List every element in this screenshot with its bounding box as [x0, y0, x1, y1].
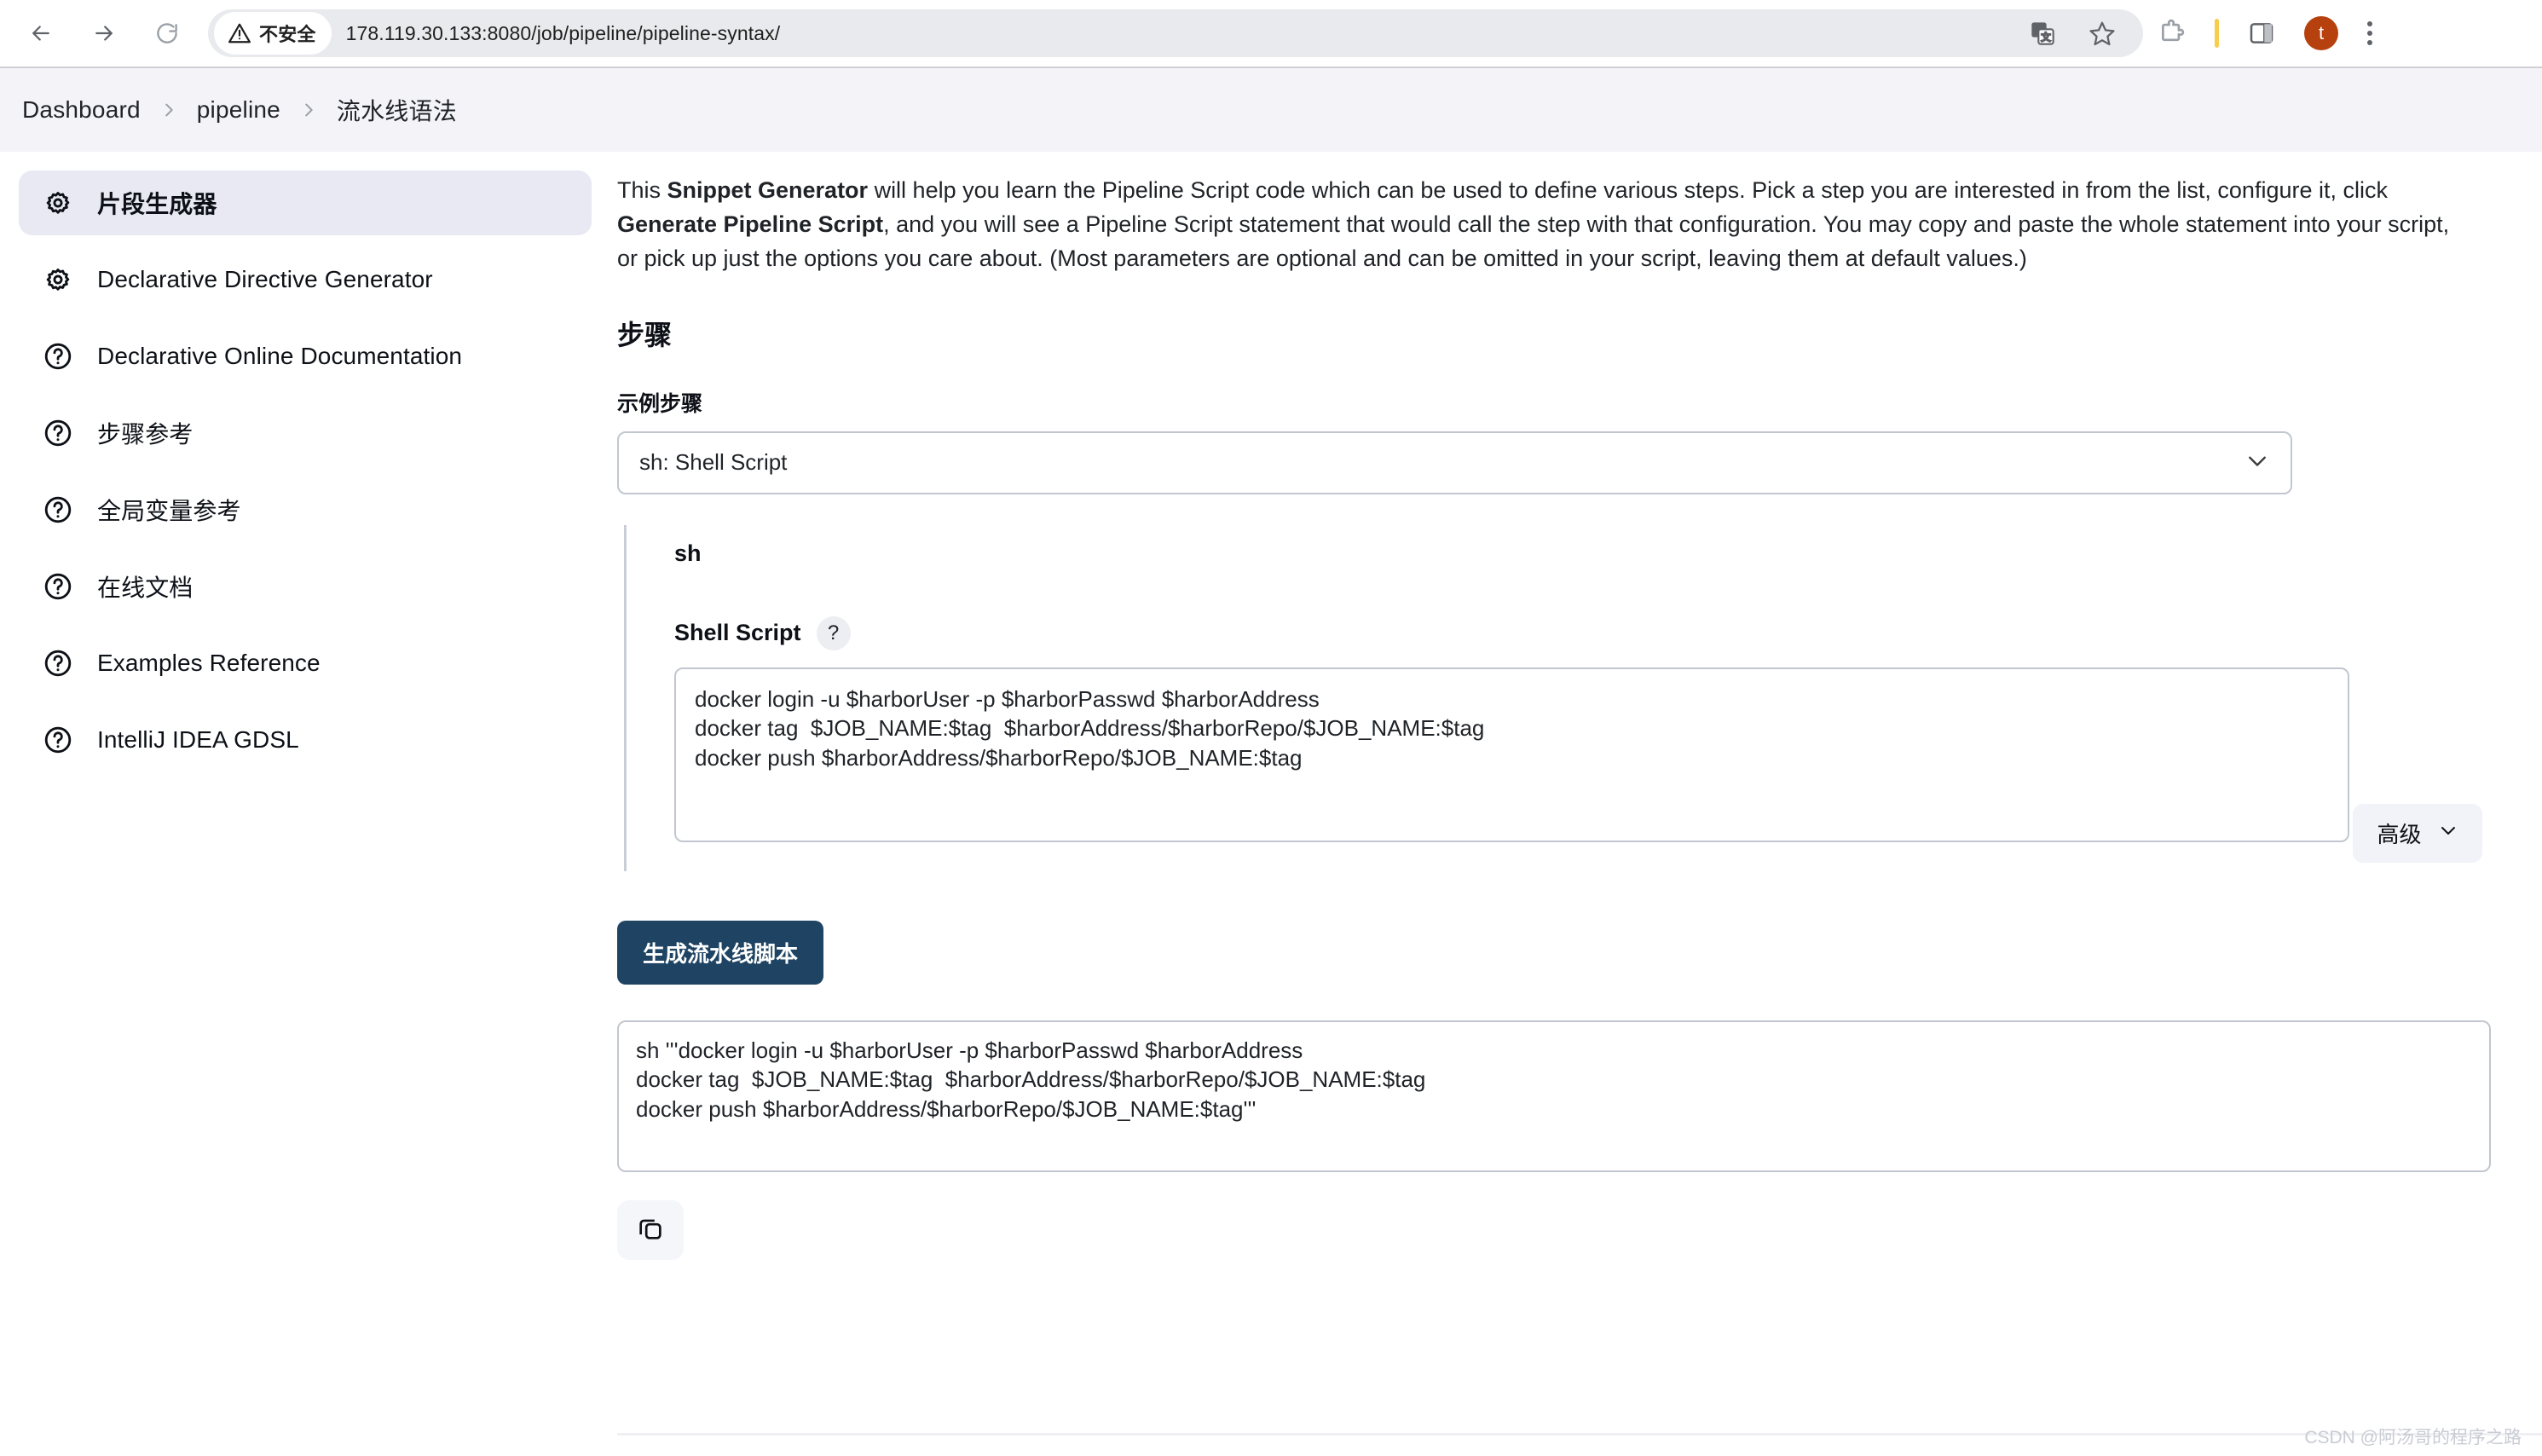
breadcrumb-item-dashboard[interactable]: Dashboard: [22, 96, 141, 124]
sidebar-item-label: 在线文档: [97, 575, 194, 601]
intro-bold-generate-pipeline-script: Generate Pipeline Script: [617, 211, 884, 237]
help-circle-icon: [41, 339, 75, 373]
chevron-right-icon: [299, 101, 318, 119]
sidebar-item-examples-reference[interactable]: Examples Reference: [19, 631, 592, 696]
browser-toolbar: 不安全 178.119.30.133:8080/job/pipeline/pip…: [0, 0, 2542, 66]
help-circle-icon: [41, 416, 75, 450]
translate-icon[interactable]: G文: [2029, 20, 2056, 47]
sidebar-item-intellij-idea-gdsl[interactable]: IntelliJ IDEA GDSL: [19, 708, 592, 772]
question-mark-icon[interactable]: ?: [816, 615, 851, 650]
sidebar-item-label: 步骤参考: [97, 421, 194, 448]
sidebar-item-label: IntelliJ IDEA GDSL: [97, 726, 299, 753]
gear-icon: [41, 263, 75, 297]
kebab-menu-icon[interactable]: [2367, 21, 2372, 45]
intro-bold-snippet-generator: Snippet Generator: [667, 177, 869, 203]
step-select[interactable]: sh: Shell Script: [617, 430, 2292, 494]
sidebar-item-online-documentation[interactable]: 在线文档: [19, 554, 592, 619]
side-panel-icon[interactable]: [2248, 20, 2275, 47]
gear-icon: [41, 186, 75, 220]
url-text: 178.119.30.133:8080/job/pipeline/pipelin…: [345, 21, 781, 44]
sidebar-item-declarative-online-documentation[interactable]: Declarative Online Documentation: [19, 324, 592, 389]
site-security-chip[interactable]: 不安全: [214, 12, 332, 55]
copy-icon: [636, 1214, 665, 1245]
reload-button[interactable]: [148, 14, 186, 52]
reload-icon: [154, 20, 180, 46]
main-content: This Snippet Generator will help you lea…: [607, 152, 2542, 1456]
advanced-toggle-button[interactable]: 高级: [2353, 803, 2483, 863]
copy-button[interactable]: [617, 1199, 684, 1260]
star-icon[interactable]: [2088, 20, 2116, 47]
footer-divider: [617, 1433, 2542, 1436]
svg-text:文: 文: [2041, 31, 2050, 43]
security-label: 不安全: [259, 24, 316, 45]
sidebar-item-label: Declarative Directive Generator: [97, 266, 433, 292]
generate-pipeline-script-button[interactable]: 生成流水线脚本: [617, 920, 824, 985]
shell-script-label: Shell Script: [674, 620, 801, 646]
sidebar-item-global-variable-reference[interactable]: 全局变量参考: [19, 477, 592, 542]
sidebar-item-label: 片段生成器: [97, 191, 217, 217]
help-circle-icon: [41, 646, 75, 680]
breadcrumb-item-pipeline[interactable]: pipeline: [197, 96, 280, 124]
back-arrow-icon: [28, 20, 54, 46]
sidebar-item-declarative-directive-generator[interactable]: Declarative Directive Generator: [19, 247, 592, 312]
help-circle-icon: [41, 723, 75, 757]
sidebar-item-snippet-generator[interactable]: 片段生成器: [19, 170, 592, 235]
browser-extension-icons: t: [2157, 16, 2372, 50]
intro-text-1: This: [617, 177, 667, 203]
sidebar-item-label: Examples Reference: [97, 650, 321, 676]
back-button[interactable]: [22, 14, 60, 52]
address-bar[interactable]: 不安全 178.119.30.133:8080/job/pipeline/pip…: [208, 9, 2143, 57]
browser-nav-buttons: [22, 14, 186, 52]
advanced-label: 高级: [2377, 821, 2422, 847]
shell-script-label-row: Shell Script ?: [674, 615, 2484, 650]
step-name: sh: [674, 540, 702, 566]
intro-text-3: , and you will see a Pipeline Script sta…: [617, 211, 2450, 271]
breadcrumb: Dashboard pipeline 流水线语法: [22, 93, 457, 127]
breadcrumb-bar: Dashboard pipeline 流水线语法: [0, 66, 2542, 152]
chevron-right-icon: [159, 101, 178, 119]
watermark: CSDN @阿汤哥的程序之路: [2304, 1428, 2522, 1447]
help-circle-icon: [41, 493, 75, 527]
shell-script-input[interactable]: [674, 667, 2349, 842]
intro-text-2: will help you learn the Pipeline Script …: [868, 177, 2388, 203]
omnibox-actions: G文: [2029, 20, 2135, 47]
breadcrumb-item-current[interactable]: 流水线语法: [337, 93, 457, 127]
forward-button[interactable]: [85, 14, 123, 52]
sidebar-item-label: 全局变量参考: [97, 498, 241, 524]
generated-script-output[interactable]: [617, 1020, 2491, 1172]
sidebar-item-step-reference[interactable]: 步骤参考: [19, 401, 592, 465]
intro-paragraph: This Snippet Generator will help you lea…: [617, 174, 2476, 276]
yellow-indicator-icon: [2215, 19, 2219, 48]
puzzle-icon[interactable]: [2157, 19, 2186, 48]
sidebar: 片段生成器 Declarative Directive Generator De…: [0, 152, 607, 1456]
chevron-down-icon: [2438, 820, 2458, 846]
step-config-card: sh Shell Script ? 高级: [624, 524, 2484, 871]
help-circle-icon: [41, 569, 75, 604]
step-select-wrapper: sh: Shell Script: [617, 430, 2292, 494]
steps-heading: 步骤: [617, 319, 673, 350]
sidebar-item-label: Declarative Online Documentation: [97, 343, 463, 369]
avatar[interactable]: t: [2304, 16, 2338, 50]
page-body: 片段生成器 Declarative Directive Generator De…: [0, 152, 2542, 1456]
forward-arrow-icon: [91, 20, 117, 46]
sample-step-label: 示例步骤: [617, 391, 703, 416]
warning-triangle-icon: [228, 21, 251, 45]
